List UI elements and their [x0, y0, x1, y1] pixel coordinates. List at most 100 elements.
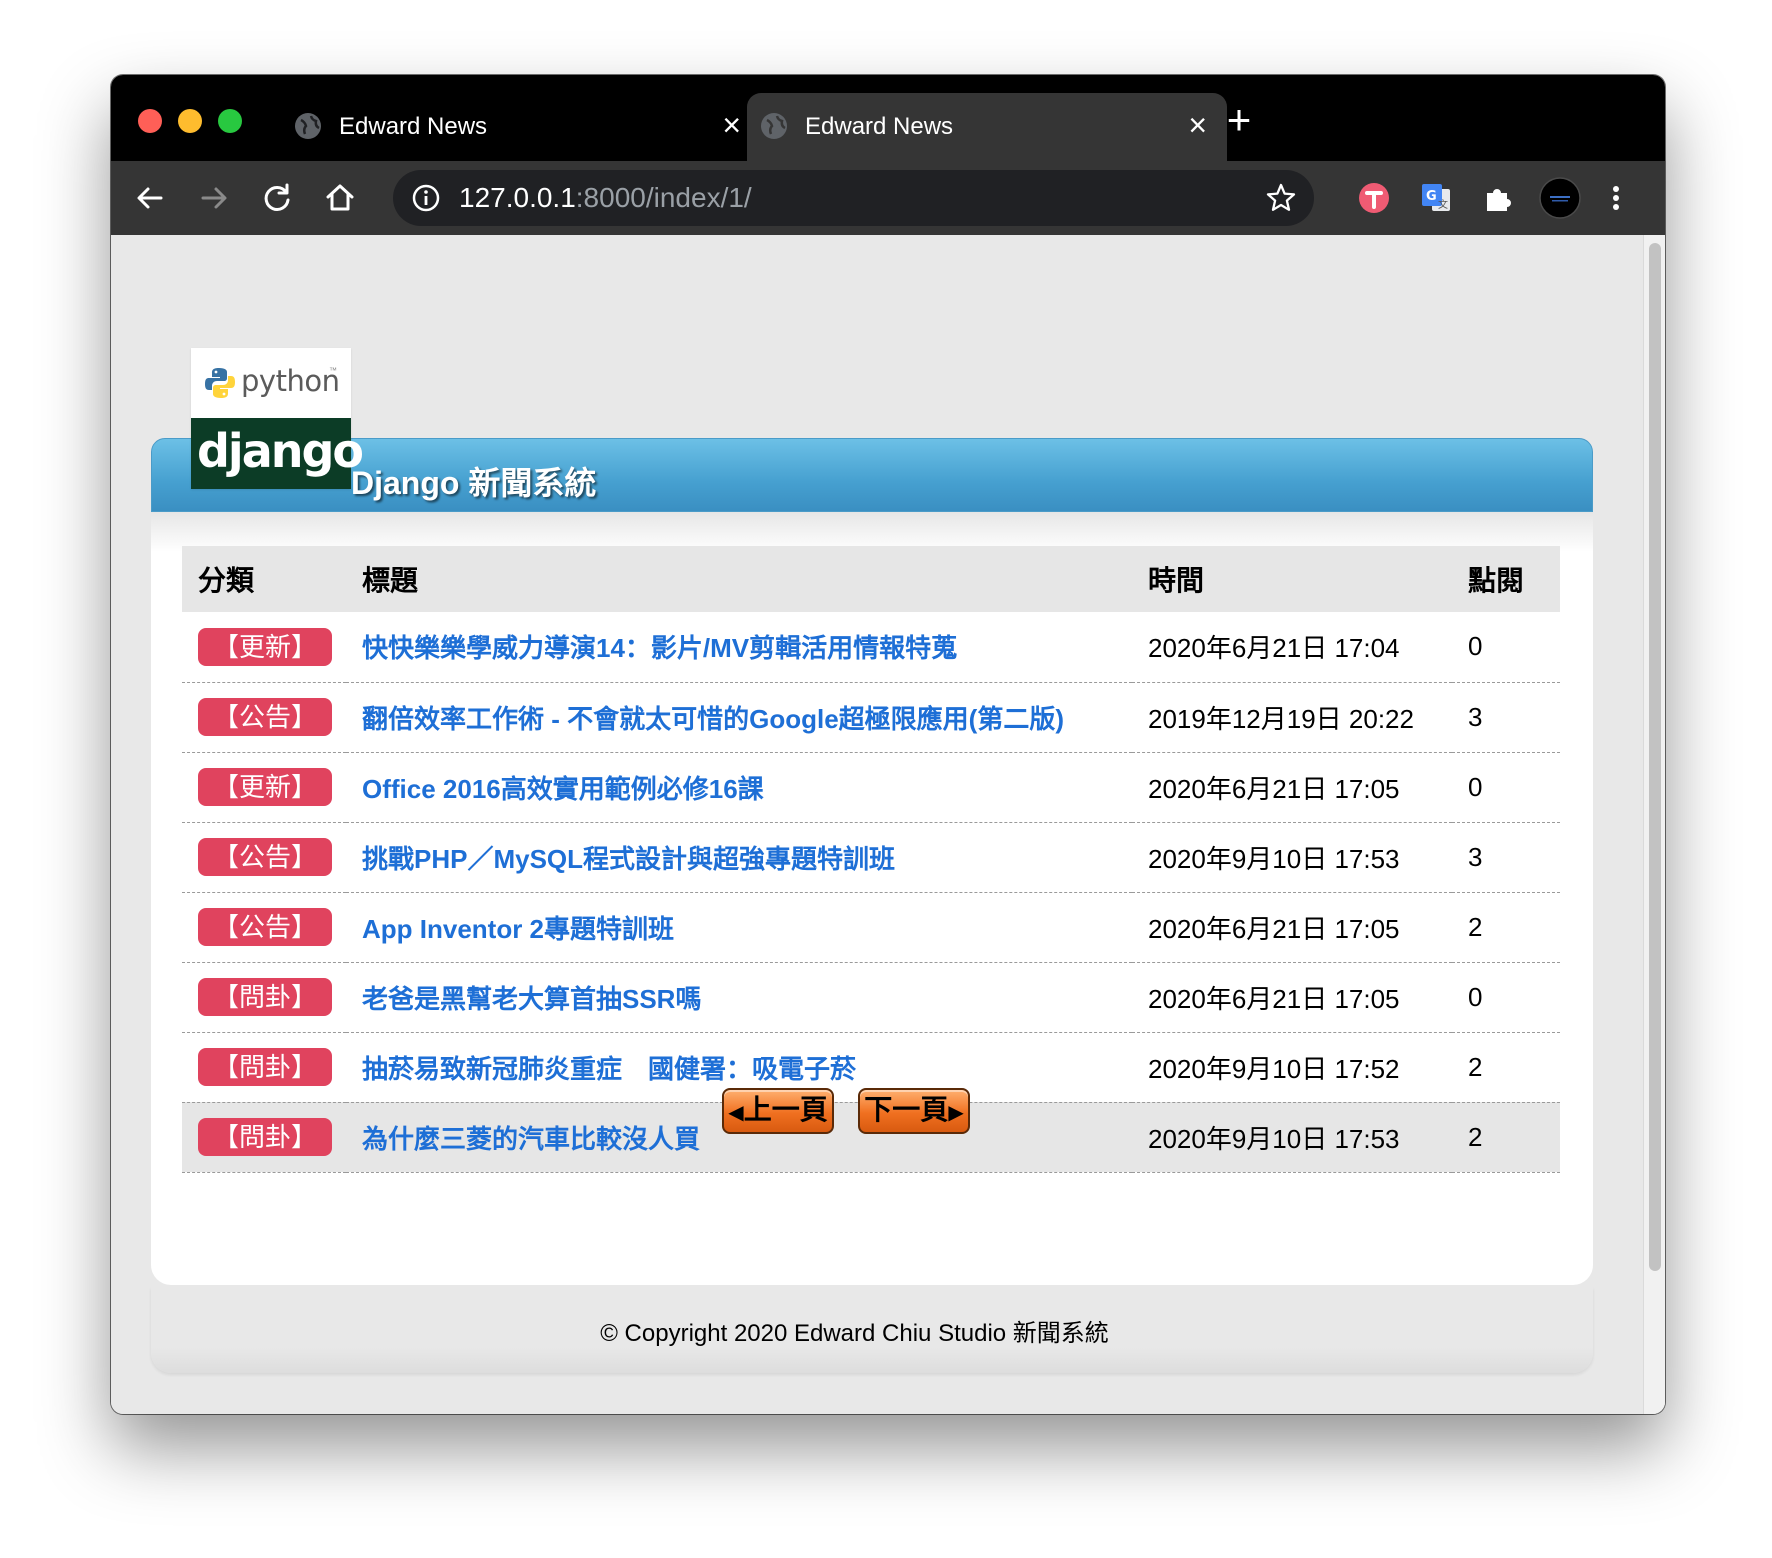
next-page-label: 下一頁: [864, 1094, 949, 1125]
tab-edward-news-1[interactable]: Edward News ×: [281, 93, 761, 161]
news-title-link[interactable]: 快快樂樂學威力導演14：影片/MV剪輯活用情報特蒐: [362, 633, 957, 663]
site-title: Django 新聞系統: [351, 465, 597, 501]
category-badge[interactable]: 【問卦】: [198, 1048, 332, 1086]
new-tab-button[interactable]: +: [1219, 99, 1259, 141]
extensions-puzzle-icon[interactable]: [1479, 179, 1517, 217]
views-cell: 2: [1452, 892, 1560, 963]
header-time: 時間: [1132, 546, 1452, 612]
django-logo: django: [191, 418, 364, 489]
category-cell: 【問卦】: [182, 1032, 346, 1103]
globe-icon: [295, 113, 321, 139]
site-info-icon[interactable]: [411, 183, 441, 213]
time-cell: 2020年6月21日 17:05: [1132, 892, 1452, 963]
address-bar[interactable]: 127.0.0.1:8000/index/1/: [393, 170, 1314, 226]
time-cell: 2020年6月21日 17:05: [1132, 962, 1452, 1033]
table-row: 【更新】 Office 2016高效實用範例必修16課 2020年6月21日 1…: [182, 752, 1560, 823]
category-cell: 【公告】: [182, 892, 346, 963]
browser-toolbar: 127.0.0.1:8000/index/1/ G 文: [111, 161, 1665, 235]
python-wordmark: python: [241, 364, 340, 398]
title-cell: 老爸是黑幫老大算首抽SSR嗎: [346, 962, 1132, 1033]
python-django-logo: python ™ django: [191, 348, 364, 489]
tab-title: Edward News: [339, 113, 488, 140]
views-cell: 3: [1452, 822, 1560, 893]
table-row: 【公告】 挑戰PHP／MySQL程式設計與超強專題特訓班 2020年9月10日 …: [182, 822, 1560, 893]
time-cell: 2020年6月21日 17:05: [1132, 752, 1452, 823]
triangle-right-icon: ▶: [948, 1102, 964, 1124]
category-badge[interactable]: 【公告】: [198, 908, 332, 946]
table-row: 【公告】 App Inventor 2專題特訓班 2020年6月21日 17:0…: [182, 892, 1560, 963]
header-category: 分類: [182, 546, 346, 612]
tab-title: Edward News: [805, 113, 954, 140]
python-logo: python ™: [191, 348, 351, 418]
news-title-link[interactable]: 挑戰PHP／MySQL程式設計與超強專題特訓班: [362, 844, 895, 874]
forward-arrow-icon[interactable]: [193, 177, 235, 219]
header-views: 點閱: [1452, 546, 1560, 612]
python-icon: [205, 368, 235, 398]
news-title-link[interactable]: Office 2016高效實用範例必修16課: [362, 774, 764, 804]
category-cell: 【問卦】: [182, 1102, 346, 1173]
news-title-link[interactable]: 翻倍效率工作術 - 不會就太可惜的Google超極限應用(第二版): [362, 704, 1064, 734]
copyright-text: © Copyright 2020 Edward Chiu Studio 新聞系統: [600, 1320, 1109, 1347]
category-badge[interactable]: 【問卦】: [198, 978, 332, 1016]
tab-edward-news-2[interactable]: Edward News ×: [747, 93, 1227, 161]
views-cell: 2: [1452, 1032, 1560, 1103]
category-cell: 【公告】: [182, 682, 346, 753]
svg-text:文: 文: [1438, 198, 1448, 211]
django-wordmark: django: [197, 424, 364, 478]
extension-t-icon[interactable]: [1355, 179, 1393, 217]
minimize-window-button[interactable]: [178, 109, 202, 133]
next-page-button[interactable]: 下一頁▶: [858, 1088, 970, 1134]
category-cell: 【更新】: [182, 612, 346, 683]
news-title-link[interactable]: 老爸是黑幫老大算首抽SSR嗎: [362, 984, 701, 1014]
close-tab-icon[interactable]: ×: [722, 107, 741, 143]
category-cell: 【問卦】: [182, 962, 346, 1033]
table-row: 【公告】 翻倍效率工作術 - 不會就太可惜的Google超極限應用(第二版) 2…: [182, 682, 1560, 753]
header-title: 標題: [346, 546, 1132, 612]
category-badge[interactable]: 【問卦】: [198, 1118, 332, 1156]
views-cell: 0: [1452, 962, 1560, 1033]
time-cell: 2020年9月10日 17:53: [1132, 1102, 1452, 1173]
trademark-mark: ™: [329, 366, 337, 375]
category-badge[interactable]: 【公告】: [198, 838, 332, 876]
globe-icon: [761, 113, 787, 139]
triangle-left-icon: ◀: [728, 1102, 744, 1124]
news-content-panel: 分類 標題 時間 點閱 【更新】 快快樂樂學威力導演14：影片/MV剪輯活用情報…: [151, 512, 1593, 1285]
scrollbar-thumb[interactable]: [1649, 243, 1661, 1271]
views-cell: 0: [1452, 612, 1560, 683]
category-badge[interactable]: 【公告】: [198, 698, 332, 736]
bookmark-star-icon[interactable]: [1264, 181, 1298, 215]
more-menu-icon[interactable]: [1597, 179, 1635, 217]
news-table: 分類 標題 時間 點閱 【更新】 快快樂樂學威力導演14：影片/MV剪輯活用情報…: [182, 546, 1560, 1173]
category-cell: 【更新】: [182, 752, 346, 823]
time-cell: 2020年9月10日 17:52: [1132, 1032, 1452, 1103]
category-cell: 【公告】: [182, 822, 346, 893]
back-arrow-icon[interactable]: [129, 177, 171, 219]
browser-window: Edward News × Edward News × + 127.0.0.1:…: [111, 75, 1665, 1414]
home-icon[interactable]: [319, 177, 361, 219]
vertical-scrollbar[interactable]: [1643, 235, 1665, 1414]
svg-text:G: G: [1426, 189, 1437, 204]
views-cell: 3: [1452, 682, 1560, 753]
news-title-link[interactable]: 抽菸易致新冠肺炎重症 國健署：吸電子菸: [362, 1054, 856, 1084]
title-cell: 快快樂樂學威力導演14：影片/MV剪輯活用情報特蒐: [346, 612, 1132, 683]
time-cell: 2020年9月10日 17:53: [1132, 822, 1452, 893]
profile-avatar[interactable]: [1539, 177, 1581, 219]
news-title-link[interactable]: 為什麼三菱的汽車比較沒人買: [362, 1124, 700, 1154]
category-badge[interactable]: 【更新】: [198, 768, 332, 806]
title-cell: 挑戰PHP／MySQL程式設計與超強專題特訓班: [346, 822, 1132, 893]
table-header-row: 分類 標題 時間 點閱: [182, 546, 1560, 612]
views-cell: 2: [1452, 1102, 1560, 1173]
previous-page-button[interactable]: ◀上一頁: [722, 1088, 834, 1134]
news-title-link[interactable]: App Inventor 2專題特訓班: [362, 914, 674, 944]
reload-icon[interactable]: [256, 177, 298, 219]
title-cell: Office 2016高效實用範例必修16課: [346, 752, 1132, 823]
close-window-button[interactable]: [138, 109, 162, 133]
url-host: 127.0.0.1: [459, 182, 576, 213]
time-cell: 2020年6月21日 17:04: [1132, 612, 1452, 683]
views-cell: 0: [1452, 752, 1560, 823]
category-badge[interactable]: 【更新】: [198, 627, 332, 666]
zoom-window-button[interactable]: [218, 109, 242, 133]
title-cell: App Inventor 2專題特訓班: [346, 892, 1132, 963]
google-translate-icon[interactable]: G 文: [1417, 179, 1455, 217]
close-tab-icon[interactable]: ×: [1188, 107, 1207, 143]
